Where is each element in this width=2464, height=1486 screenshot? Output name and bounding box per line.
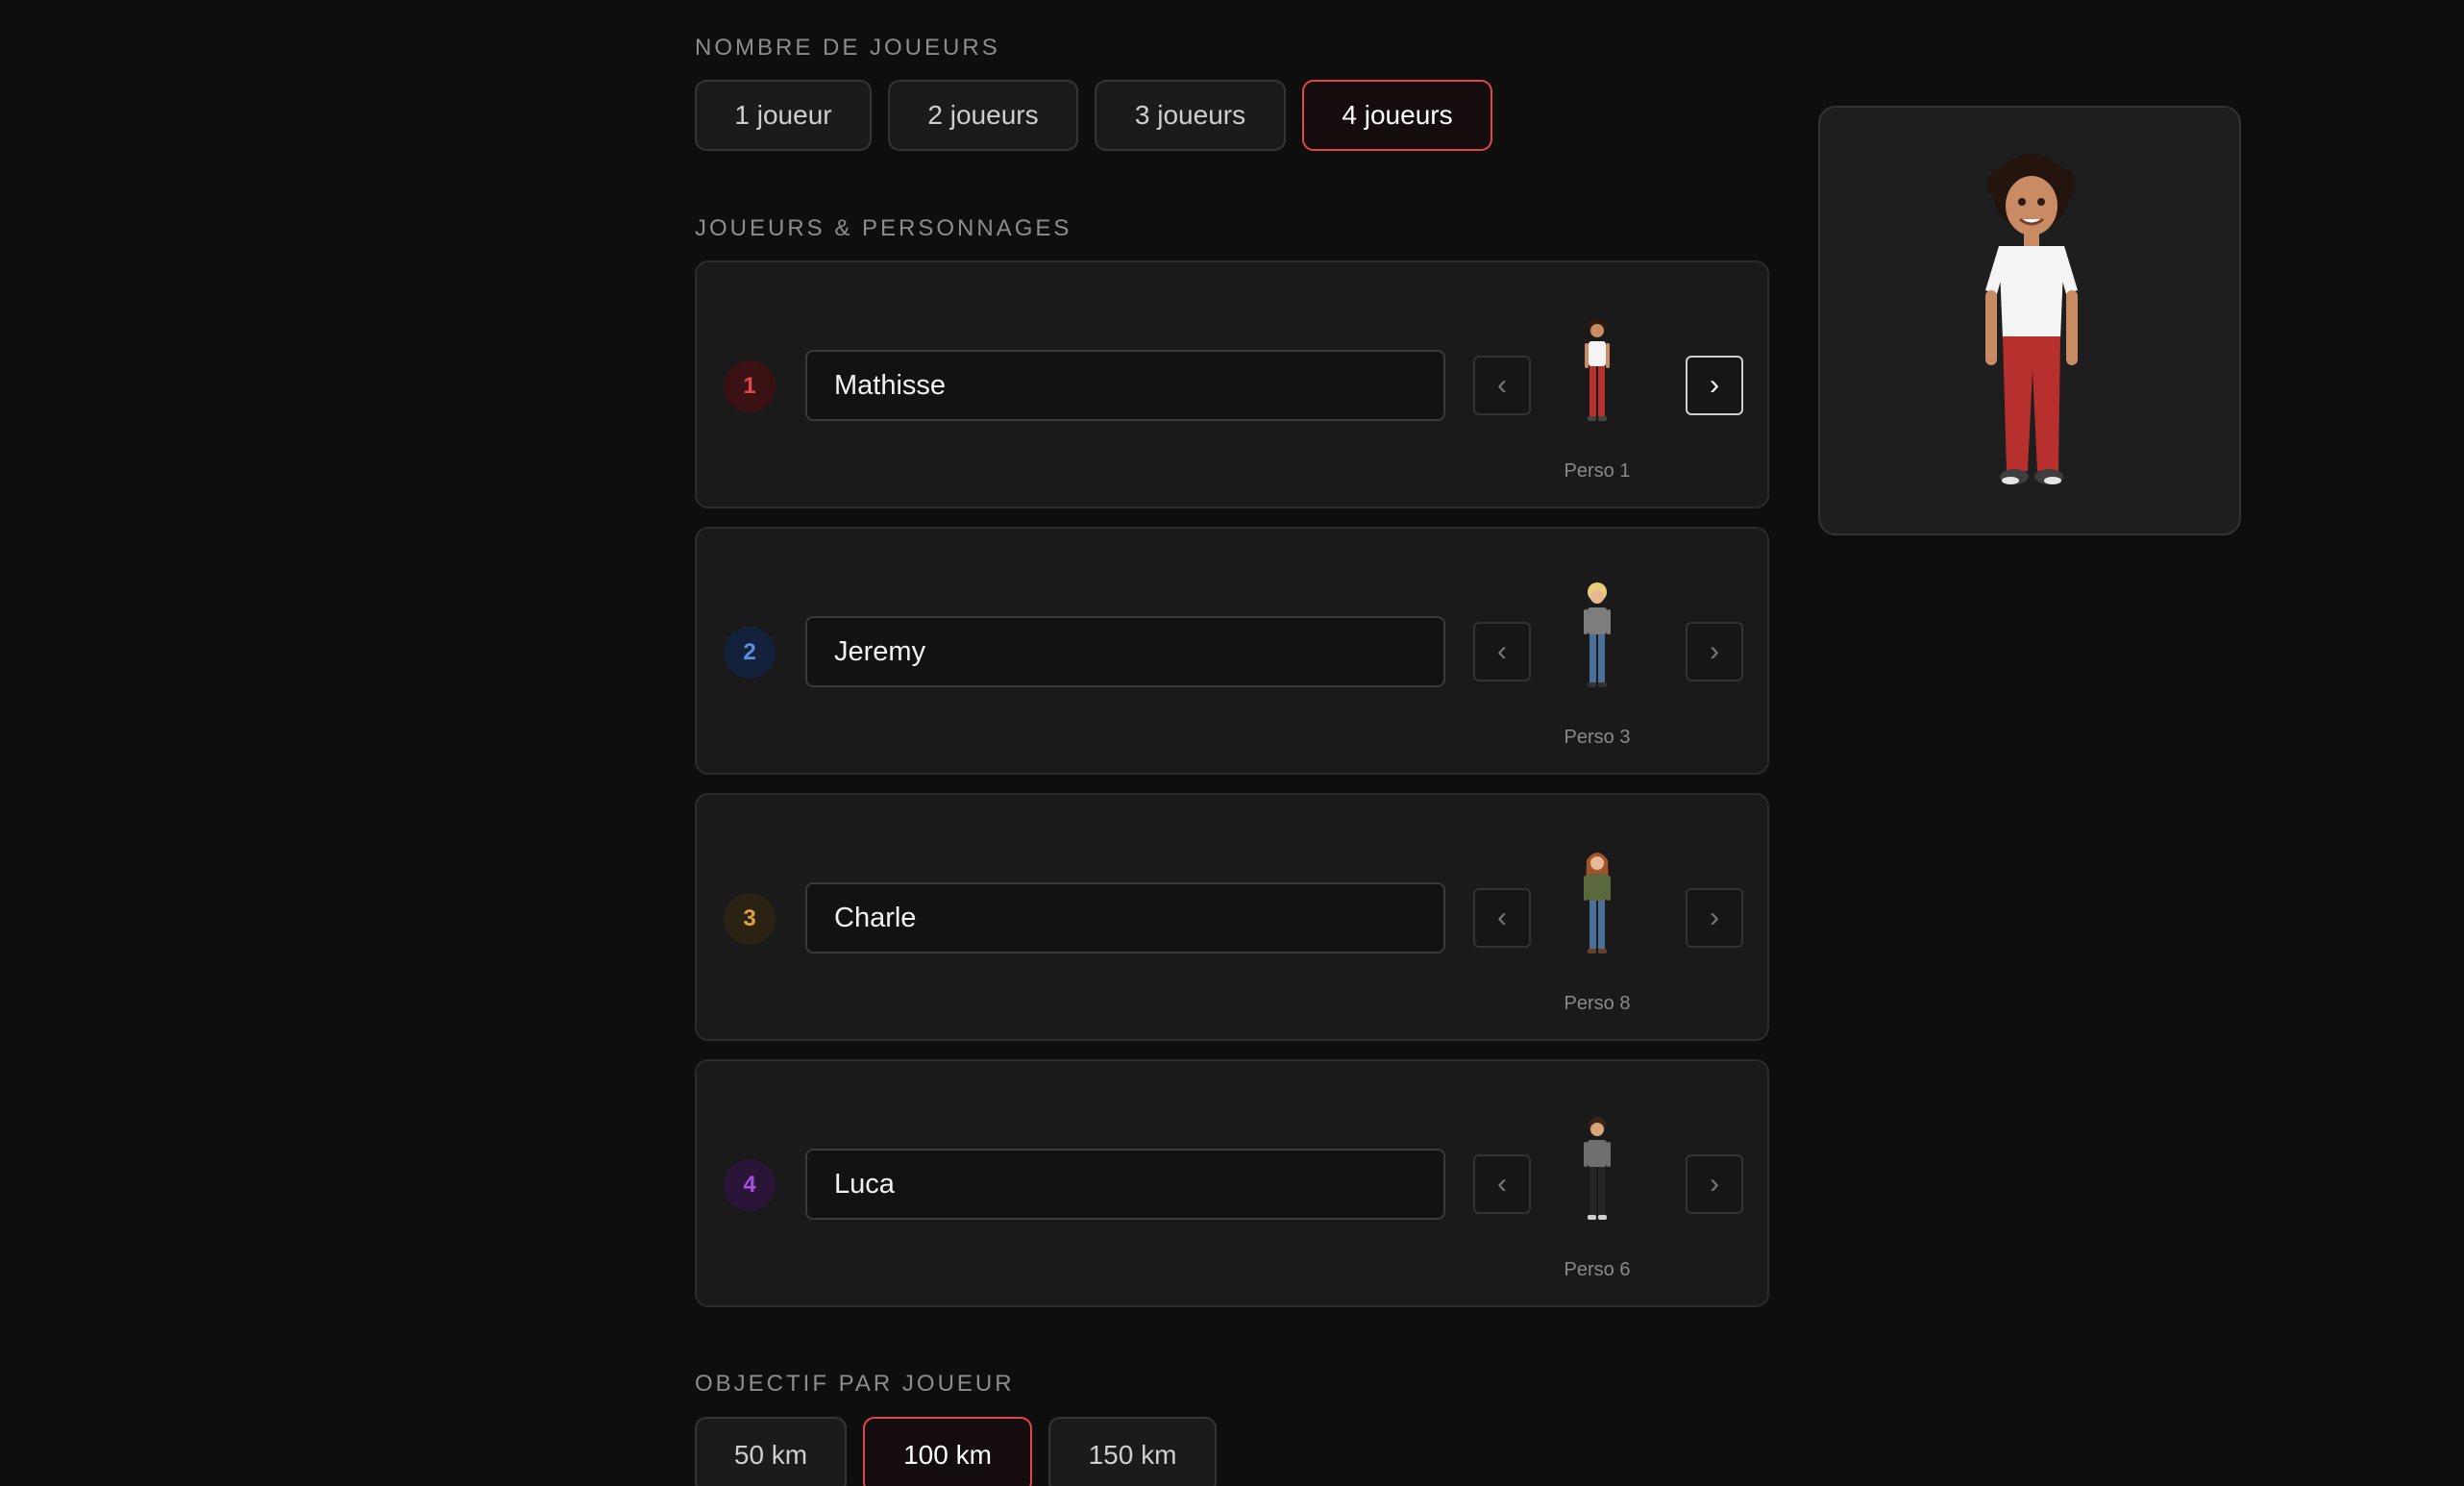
objective-option-150[interactable]: 150 km [1048, 1417, 1217, 1486]
players-option-3[interactable]: 3 joueurs [1095, 80, 1286, 151]
character-thumbnail [1584, 853, 1611, 954]
player-card-1: 1 ‹ › Perso 1 [695, 260, 1769, 508]
player-name-input[interactable] [805, 616, 1445, 687]
players-option-2[interactable]: 2 joueurs [888, 80, 1078, 151]
character-thumbnail [1584, 582, 1611, 687]
player-card-2: 2 ‹ › Perso 3 [695, 527, 1769, 775]
prev-character-button[interactable]: ‹ [1473, 356, 1531, 415]
prev-character-button[interactable]: ‹ [1473, 1154, 1531, 1214]
players-characters-label: JOUEURS & PERSONNAGES [695, 215, 1072, 241]
game-setup-page: NOMBRE DE JOUEURS 1 joueur 2 joueurs 3 j… [0, 0, 2464, 1486]
character-name-label: Perso 1 [1564, 460, 1631, 482]
prev-character-button[interactable]: ‹ [1473, 622, 1531, 681]
players-option-4[interactable]: 4 joueurs [1302, 80, 1492, 151]
character-name-label: Perso 8 [1564, 993, 1631, 1014]
player-number-badge: 4 [724, 1159, 776, 1211]
player-number-badge: 1 [724, 360, 776, 412]
player-number-badge: 3 [724, 893, 776, 945]
objective-option-100[interactable]: 100 km [863, 1417, 1032, 1486]
character-preview-panel [1818, 106, 2241, 535]
next-character-button[interactable]: › [1686, 356, 1743, 415]
objective-option-50[interactable]: 50 km [695, 1417, 847, 1486]
character-thumbnail [1584, 1117, 1611, 1220]
player-card-4: 4 ‹ › Perso 6 [695, 1059, 1769, 1307]
player-name-input[interactable] [805, 350, 1445, 421]
next-character-button[interactable]: › [1686, 1154, 1743, 1214]
players-count-label: NOMBRE DE JOUEURS [695, 35, 1000, 61]
next-character-button[interactable]: › [1686, 622, 1743, 681]
player-name-input[interactable] [805, 882, 1445, 954]
player-name-input[interactable] [805, 1149, 1445, 1220]
character-name-label: Perso 3 [1564, 727, 1631, 748]
next-character-button[interactable]: › [1686, 888, 1743, 948]
player-card-3: 3 ‹ › Perso 8 [695, 793, 1769, 1041]
player-number-badge: 2 [724, 627, 776, 679]
players-option-1[interactable]: 1 joueur [695, 80, 872, 151]
character-preview-image [1985, 154, 2078, 484]
objective-label: OBJECTIF PAR JOUEUR [695, 1371, 1015, 1397]
prev-character-button[interactable]: ‹ [1473, 888, 1531, 948]
character-name-label: Perso 6 [1564, 1259, 1631, 1280]
character-thumbnail [1585, 318, 1610, 421]
